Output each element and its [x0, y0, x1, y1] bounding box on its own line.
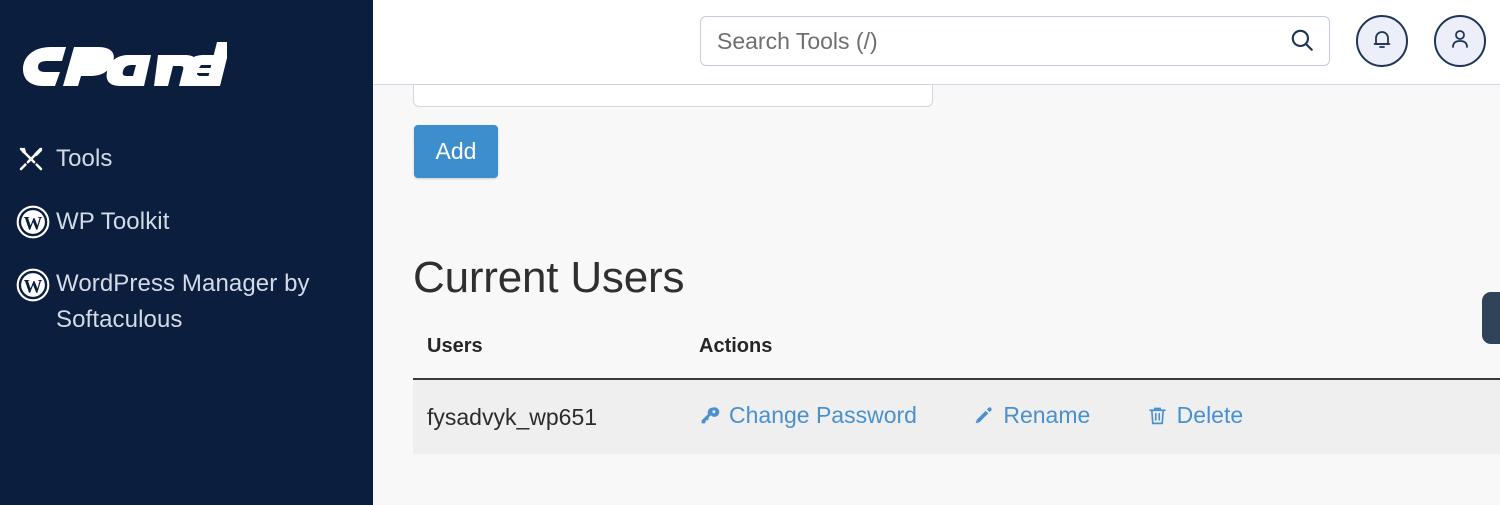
- search-box[interactable]: [700, 16, 1330, 66]
- users-table: Users Actions fysadvyk_wp651 Change Pass…: [413, 335, 1500, 454]
- svg-text:W: W: [24, 214, 43, 235]
- user-icon: [1448, 27, 1472, 56]
- cell-username: fysadvyk_wp651: [413, 379, 685, 454]
- action-label: Rename: [1003, 402, 1091, 428]
- search-button[interactable]: [1275, 17, 1329, 65]
- cell-actions: Change Password Rename Delete: [685, 379, 1500, 454]
- sidebar-item-wordpress-manager[interactable]: W WordPress Manager by Softaculous: [0, 266, 373, 338]
- svg-text:W: W: [24, 277, 43, 298]
- key-icon: [699, 405, 720, 426]
- sidebar-item-label: WP Toolkit: [56, 208, 170, 235]
- trash-icon: [1147, 405, 1168, 426]
- sidebar-item-wp-toolkit[interactable]: W WP Toolkit: [0, 203, 373, 241]
- main-content: Add Current Users Users Actions fysadvyk…: [373, 85, 1500, 505]
- top-header: [373, 0, 1500, 85]
- cpanel-logo[interactable]: [17, 36, 247, 94]
- sidebar: Tools W WP Toolkit W WordPress Manager b…: [0, 0, 373, 505]
- wordpress-icon: W: [16, 203, 56, 241]
- delete-link[interactable]: Delete: [1147, 402, 1243, 429]
- search-input[interactable]: [701, 17, 1275, 65]
- add-button[interactable]: Add: [414, 125, 498, 178]
- sidebar-item-label: Tools: [56, 145, 113, 172]
- column-header-actions: Actions: [685, 335, 1500, 380]
- sidebar-item-tools[interactable]: Tools: [0, 140, 373, 178]
- wordpress-icon: W: [16, 266, 56, 304]
- account-button[interactable]: [1434, 15, 1486, 67]
- action-label: Change Password: [729, 402, 917, 428]
- search-icon: [1289, 27, 1315, 56]
- change-password-link[interactable]: Change Password: [699, 402, 917, 429]
- notifications-button[interactable]: [1356, 15, 1408, 67]
- table-header-row: Users Actions: [413, 335, 1500, 380]
- scrollbar-thumb[interactable]: [1482, 292, 1500, 344]
- action-label: Delete: [1176, 402, 1244, 428]
- column-header-users: Users: [413, 335, 685, 380]
- sidebar-item-label: WordPress Manager by Softaculous: [56, 270, 310, 333]
- pencil-icon: [973, 405, 994, 426]
- new-user-input[interactable]: [413, 85, 933, 107]
- table-row: fysadvyk_wp651 Change Password Rename De…: [413, 379, 1500, 454]
- rename-link[interactable]: Rename: [973, 402, 1090, 429]
- bell-icon: [1370, 27, 1394, 56]
- tools-icon: [16, 140, 56, 178]
- page-title: Current Users: [413, 253, 685, 302]
- sidebar-nav: Tools W WP Toolkit W WordPress Manager b…: [0, 140, 373, 356]
